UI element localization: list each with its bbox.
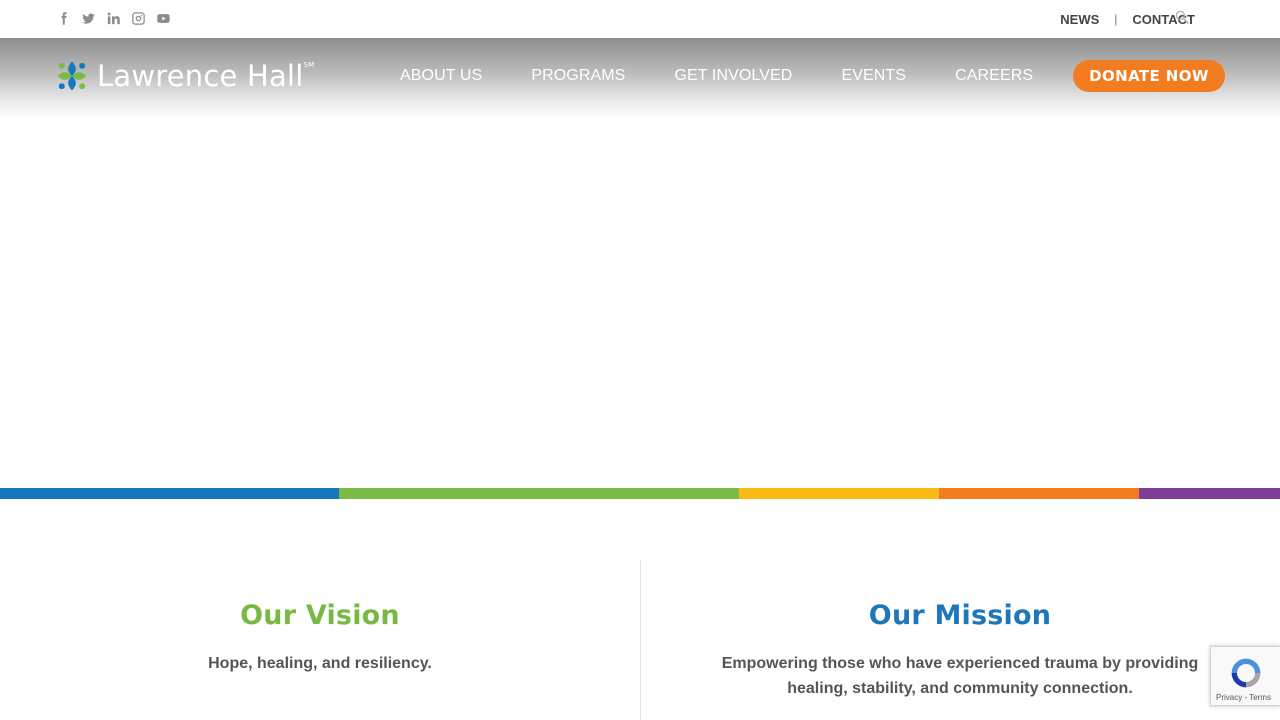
mission-title: Our Mission — [868, 600, 1052, 631]
stripe-segment-purple — [1139, 488, 1280, 499]
color-stripe — [0, 488, 1280, 499]
logo-service-mark: SM — [303, 61, 315, 69]
stripe-segment-green — [339, 488, 739, 499]
hero-area — [0, 118, 1280, 488]
twitter-icon[interactable] — [80, 10, 96, 26]
utility-separator: | — [1114, 12, 1118, 26]
mission-text: Empowering those who have experienced tr… — [721, 655, 1199, 697]
nav-programs[interactable]: PROGRAMS — [531, 67, 625, 85]
search-icon[interactable] — [1174, 9, 1192, 27]
nav-events[interactable]: EVENTS — [841, 67, 906, 85]
donate-now-button[interactable]: DONATE NOW — [1073, 60, 1225, 92]
vision-section: Our Vision Hope, healing, and resiliency… — [0, 600, 640, 676]
vision-text: Hope, healing, and resiliency. — [208, 655, 432, 672]
main-header: Lawrence HallSM ABOUT US PROGRAMS GET IN… — [0, 38, 1280, 118]
recaptcha-icon — [1231, 658, 1261, 688]
vision-title: Our Vision — [240, 600, 400, 631]
youtube-icon[interactable] — [155, 10, 171, 26]
logo-mark-icon — [57, 61, 87, 91]
social-links — [55, 8, 171, 28]
recaptcha-badge[interactable]: Privacy - Terms — [1210, 646, 1280, 706]
logo-text: Lawrence HallSM — [97, 59, 315, 93]
facebook-icon[interactable] — [55, 10, 71, 26]
main-nav: ABOUT US PROGRAMS GET INVOLVED EVENTS CA… — [400, 38, 1082, 113]
top-utility-bar: NEWS | CONTACT — [0, 0, 1280, 38]
nav-careers[interactable]: CAREERS — [955, 67, 1033, 85]
mission-section: Our Mission Empowering those who have ex… — [640, 600, 1280, 701]
stripe-segment-orange — [939, 488, 1139, 499]
news-link[interactable]: NEWS — [1060, 12, 1099, 27]
site-logo[interactable]: Lawrence HallSM — [55, 57, 314, 95]
nav-get-involved[interactable]: GET INVOLVED — [674, 67, 792, 85]
instagram-icon[interactable] — [130, 10, 146, 26]
linkedin-icon[interactable] — [105, 10, 121, 26]
stripe-segment-yellow — [739, 488, 939, 499]
recaptcha-links[interactable]: Privacy - Terms — [1216, 693, 1271, 702]
nav-about-us[interactable]: ABOUT US — [400, 67, 482, 85]
stripe-segment-blue — [0, 488, 339, 499]
